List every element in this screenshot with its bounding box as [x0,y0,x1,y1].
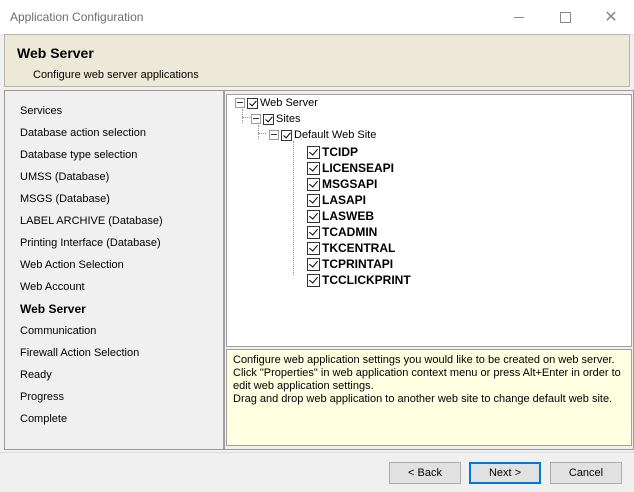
checkbox-checked-icon[interactable] [281,129,292,141]
maximize-button[interactable] [542,0,588,34]
close-icon: ✕ [604,9,618,26]
app-label: TKCENTRAL [322,241,396,255]
tree-node-default-web-site[interactable]: Default Web Site [269,129,376,141]
checkbox-checked-icon[interactable] [307,209,320,223]
step-communication[interactable]: Communication [20,325,96,337]
help-text-line: Click "Properties" in web application co… [233,367,621,392]
help-panel: Configure web application settings you w… [226,349,632,446]
step-list: Services Database action selection Datab… [5,91,225,449]
step-label-archive-database[interactable]: LABEL ARCHIVE (Database) [20,215,163,227]
checkbox-checked-icon[interactable] [307,273,320,287]
checkbox-checked-icon[interactable] [247,97,258,109]
checkbox-checked-icon[interactable] [307,225,320,239]
collapse-icon[interactable] [269,130,279,140]
step-firewall-action-selection[interactable]: Firewall Action Selection [20,347,139,359]
checkbox-checked-icon[interactable] [307,257,320,271]
checkbox-checked-icon[interactable] [307,177,320,191]
maximize-icon [559,11,571,23]
app-label: LICENSEAPI [322,161,395,175]
app-label: LASAPI [322,193,367,207]
help-text-line: Drag and drop web application to another… [233,393,613,405]
tree-node-app[interactable]: TCCLICKPRINT [307,273,411,287]
step-web-server[interactable]: Web Server [20,302,86,316]
tree-node-app[interactable]: LASAPI [307,193,366,207]
step-web-action-selection[interactable]: Web Action Selection [20,259,124,271]
app-label: MSGSAPI [322,177,378,191]
tree-label-web-server: Web Server [260,97,318,109]
app-label: TCIDP [322,145,358,159]
checkbox-checked-icon[interactable] [263,113,274,125]
tree-label-sites: Sites [276,113,301,125]
wizard-header: Web Server Configure web server applicat… [4,34,630,87]
tree-node-sites[interactable]: Sites [251,113,300,125]
app-label: TCPRINTAPI [322,257,394,271]
title-bar: Application Configuration ✕ [0,0,634,35]
web-server-tree[interactable]: Web Server Sites Default Web Site TCIDP … [226,94,632,347]
step-umss-database[interactable]: UMSS (Database) [20,171,109,183]
step-database-type-selection[interactable]: Database type selection [20,149,137,161]
step-services[interactable]: Services [20,105,62,117]
help-text-line: Configure web application settings you w… [233,354,615,366]
wizard-body: Services Database action selection Datab… [4,90,634,450]
step-progress[interactable]: Progress [20,391,64,403]
app-label: LASWEB [322,209,374,223]
step-msgs-database[interactable]: MSGS (Database) [20,193,110,205]
footer-divider [0,452,634,453]
tree-node-app[interactable]: LICENSEAPI [307,161,394,175]
minimize-icon [514,16,524,18]
tree-node-web-server[interactable]: Web Server [235,97,318,109]
next-button[interactable]: Next > [469,462,541,484]
tree-node-app[interactable]: TKCENTRAL [307,241,395,255]
close-button[interactable]: ✕ [588,0,634,34]
app-label: TCADMIN [322,225,378,239]
tree-node-app[interactable]: MSGSAPI [307,177,377,191]
app-label: TCCLICKPRINT [322,273,411,287]
tree-node-app[interactable]: LASWEB [307,209,374,223]
collapse-icon[interactable] [251,114,261,124]
page-title: Web Server [17,45,94,61]
back-button[interactable]: < Back [389,462,461,484]
step-printing-interface-database[interactable]: Printing Interface (Database) [20,237,161,249]
tree-label-default-web-site: Default Web Site [294,129,377,141]
collapse-icon[interactable] [235,98,245,108]
checkbox-checked-icon[interactable] [307,161,320,175]
tree-node-app[interactable]: TCADMIN [307,225,377,239]
checkbox-checked-icon[interactable] [307,145,320,159]
step-complete[interactable]: Complete [20,413,67,425]
step-web-account[interactable]: Web Account [20,281,85,293]
page-subtitle: Configure web server applications [33,69,199,81]
step-ready[interactable]: Ready [20,369,52,381]
tree-node-app[interactable]: TCPRINTAPI [307,257,393,271]
tree-node-app[interactable]: TCIDP [307,145,358,159]
checkbox-checked-icon[interactable] [307,241,320,255]
checkbox-checked-icon[interactable] [307,193,320,207]
cancel-button[interactable]: Cancel [550,462,622,484]
window-title: Application Configuration [10,10,144,24]
minimize-button[interactable] [496,0,542,34]
step-database-action-selection[interactable]: Database action selection [20,127,146,139]
